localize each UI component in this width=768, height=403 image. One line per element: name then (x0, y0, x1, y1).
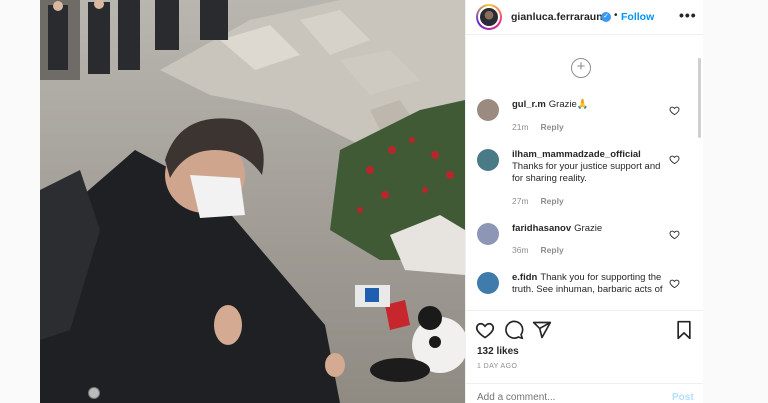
comment-bubble-icon[interactable] (504, 320, 524, 340)
post-actions: 132 likes 1 DAY AGO Post (466, 310, 704, 403)
comment-time: 36m (512, 245, 529, 255)
like-comment-heart-icon[interactable] (669, 229, 680, 240)
post-photo[interactable]: › (40, 0, 465, 403)
add-comment-input[interactable] (477, 392, 657, 403)
comment-text-block: e.fidn Thank you for supporting the truth… (512, 272, 672, 296)
follow-button[interactable]: Follow (621, 11, 654, 23)
share-send-icon[interactable] (532, 320, 552, 340)
more-options-icon[interactable]: ••• (679, 7, 697, 23)
commenter-avatar[interactable] (477, 272, 499, 294)
commenter-avatar[interactable] (477, 99, 499, 121)
page-margin-right (703, 0, 768, 403)
comment-time: 27m (512, 196, 529, 206)
comment-text-block: gul_r.m Grazie🙏 (512, 99, 672, 111)
load-more-comments-icon[interactable]: + (571, 58, 591, 78)
verified-badge-icon: ✓ (601, 12, 611, 22)
add-comment-bar: Post (466, 383, 704, 403)
comment-meta: 27m Reply (512, 196, 576, 206)
page-margin-left (0, 0, 40, 403)
comment-username[interactable]: ilham_mammadzade_official (512, 149, 669, 161)
author-username[interactable]: gianluca.ferrarauno (511, 11, 609, 23)
comment-text-block: faridhasanov Grazie (512, 223, 672, 235)
tagged-user-icon[interactable] (88, 387, 100, 399)
comment-meta: 21m Reply (512, 122, 576, 132)
like-comment-heart-icon[interactable] (669, 278, 680, 289)
comment-text: Grazie🙏 (548, 99, 589, 110)
like-comment-heart-icon[interactable] (669, 154, 680, 165)
reply-button[interactable]: Reply (541, 196, 564, 206)
like-heart-icon[interactable] (475, 320, 495, 340)
post-comment-button[interactable]: Post (672, 392, 694, 403)
reply-button[interactable]: Reply (541, 122, 564, 132)
follow-separator: • (614, 10, 618, 21)
save-bookmark-icon[interactable] (674, 320, 694, 340)
author-avatar[interactable] (476, 4, 502, 30)
comments-scrollbar[interactable] (698, 58, 701, 138)
comment-time: 21m (512, 122, 529, 132)
post-photo-image (40, 0, 465, 403)
comments-list[interactable]: + gul_r.m Grazie🙏 21m Reply ilham_mammadza… (466, 36, 704, 310)
comment-username[interactable]: e.fidn (512, 272, 537, 283)
comment-username[interactable]: gul_r.m (512, 99, 546, 110)
commenter-avatar[interactable] (477, 149, 499, 171)
reply-button[interactable]: Reply (541, 245, 564, 255)
comment-text: Thanks for your justice support and for … (512, 161, 661, 184)
post-side-panel: gianluca.ferrarauno ✓ • Follow ••• + gul… (465, 0, 704, 403)
post-date: 1 DAY AGO (477, 363, 518, 370)
likes-count[interactable]: 132 likes (477, 346, 519, 357)
comment-meta: 36m Reply (512, 245, 576, 255)
like-comment-heart-icon[interactable] (669, 105, 680, 116)
comment-username[interactable]: faridhasanov (512, 223, 571, 234)
comment-text-block: ilham_mammadzade_official Thanks for you… (512, 149, 672, 185)
commenter-avatar[interactable] (477, 223, 499, 245)
comment-text: Grazie (574, 223, 603, 234)
post-header: gianluca.ferrarauno ✓ • Follow ••• (466, 0, 704, 35)
